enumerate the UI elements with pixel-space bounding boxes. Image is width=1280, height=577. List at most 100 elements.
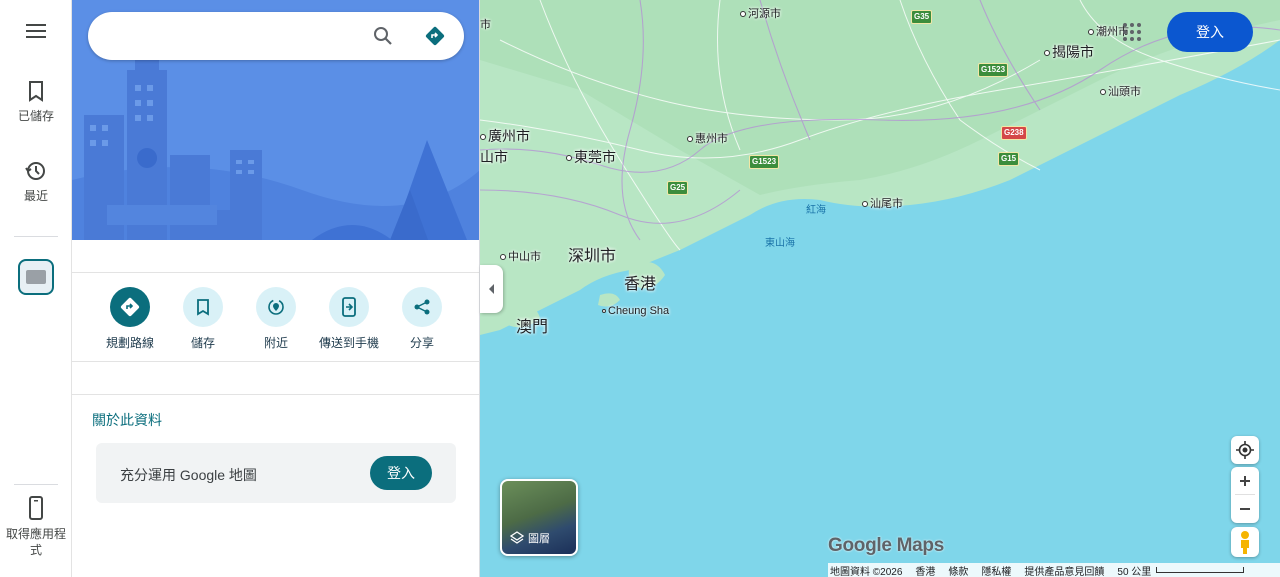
- map-data-credit: 地圖資料 ©2026: [830, 566, 903, 577]
- promo-signin-button[interactable]: 登入: [370, 456, 432, 490]
- huizhou-text: 惠州市: [695, 133, 728, 145]
- my-location-button[interactable]: [1231, 436, 1259, 464]
- map-label-guangzhou: 廣州市: [480, 126, 530, 146]
- map-label-shenzhen: 深圳市: [568, 248, 617, 265]
- highway-shield: G25: [667, 181, 689, 195]
- city-dot-icon: [1100, 89, 1106, 96]
- zoom-in-button[interactable]: [1231, 467, 1259, 495]
- jieyang-text: 揭陽市: [1052, 44, 1094, 60]
- minus-icon: [1240, 508, 1250, 510]
- hamburger-menu-icon: [26, 24, 46, 38]
- left-rail: 已儲存 最近 取得應用程式: [0, 0, 72, 577]
- nearby-icon: [268, 299, 284, 315]
- phone-icon: [29, 496, 43, 520]
- guangzhou-text: 廣州市: [488, 128, 530, 144]
- plus-icon: [1240, 476, 1250, 486]
- map-label-macau: 澳門: [516, 319, 549, 336]
- map-base-layer: [480, 0, 1280, 577]
- google-maps-logo: Google Maps: [828, 535, 944, 556]
- heyuan-text: 河源市: [748, 8, 781, 20]
- place-thumbnail-image: [26, 270, 46, 284]
- zoom-controls: [1231, 467, 1259, 523]
- layers-text: 圖層: [528, 533, 550, 545]
- map-label-dongshanhai: 東山海: [765, 238, 795, 249]
- share-icon: [414, 299, 430, 315]
- nearby-action-button[interactable]: 附近: [238, 287, 314, 351]
- share-action-circle: [402, 287, 442, 327]
- recent-place-thumbnail[interactable]: [18, 259, 54, 295]
- menu-button[interactable]: [0, 22, 72, 40]
- signin-button[interactable]: 登入: [1167, 12, 1253, 52]
- promo-text: 充分運用 Google 地圖: [120, 467, 257, 483]
- saved-label: 已儲存: [17, 109, 54, 123]
- search-box: [88, 12, 464, 60]
- city-dot-icon: [740, 11, 746, 18]
- directions-action-button[interactable]: 規劃路線: [92, 287, 168, 351]
- directions-action-label: 規劃路線: [105, 336, 154, 350]
- send-to-phone-action-label: 傳送到手機: [318, 336, 379, 350]
- divider: [72, 361, 479, 362]
- layers-button[interactable]: 圖層: [500, 479, 578, 556]
- nearby-action-circle: [256, 287, 296, 327]
- street-view-pegman-button[interactable]: [1231, 527, 1259, 557]
- map-label-partial-city: 市: [480, 19, 491, 31]
- send-to-phone-action-button[interactable]: 傳送到手機: [311, 287, 387, 351]
- search-input[interactable]: [106, 24, 356, 48]
- hero-illustration: [72, 0, 479, 240]
- bookmark-icon: [197, 299, 209, 316]
- shanwei-text: 汕尾市: [870, 198, 903, 210]
- recent-button[interactable]: 最近: [0, 160, 72, 204]
- map-label-foshan: 山市: [480, 149, 508, 165]
- terms-link[interactable]: 條款: [948, 563, 968, 577]
- feedback-link[interactable]: 提供產品意見回饋: [1024, 563, 1104, 577]
- map-label-shanwei: 汕尾市: [862, 195, 903, 211]
- privacy-link[interactable]: 隱私權: [981, 563, 1011, 577]
- highway-shield: G1523: [749, 155, 780, 169]
- rail-divider: [14, 484, 58, 485]
- save-action-button[interactable]: 儲存: [165, 287, 241, 351]
- scale-label[interactable]: 50 公里: [1117, 563, 1151, 577]
- nearby-action-label: 附近: [263, 336, 288, 350]
- directions-icon: [120, 297, 140, 317]
- signin-promo-card: 充分運用 Google 地圖 登入: [96, 443, 456, 503]
- map-label-honghai: 紅海: [806, 205, 826, 216]
- map-label-hongkong: 香港: [624, 276, 657, 293]
- map-label-cheungsha: Cheung Sha: [602, 305, 669, 317]
- city-dot-icon: [862, 201, 868, 208]
- zoom-out-button[interactable]: [1231, 495, 1259, 523]
- town-dot-icon: [602, 309, 606, 314]
- map-canvas[interactable]: 市 河源市 潮州市 揭陽市 汕頭市 廣州市 山市 東莞市 惠州市 汕尾市 紅海 …: [480, 0, 1280, 577]
- city-dot-icon: [480, 134, 486, 141]
- divider: [72, 394, 479, 395]
- city-dot-icon: [1044, 50, 1050, 57]
- share-action-label: 分享: [409, 336, 434, 350]
- region-link[interactable]: 香港: [915, 563, 935, 577]
- zhongshan-text: 中山市: [508, 251, 541, 263]
- get-app-button[interactable]: 取得應用程式: [0, 496, 72, 558]
- highway-shield: G238: [1001, 126, 1027, 140]
- collapse-panel-button[interactable]: [480, 265, 503, 313]
- pegman-icon: [1241, 531, 1249, 554]
- city-dot-icon: [687, 136, 693, 143]
- apps-grid-icon[interactable]: [1122, 22, 1142, 42]
- bookmark-icon: [29, 81, 43, 102]
- rail-divider: [14, 236, 58, 237]
- layers-icon: [510, 531, 524, 544]
- dongguan-text: 東莞市: [574, 149, 616, 165]
- map-label-shantou: 汕頭市: [1100, 83, 1141, 99]
- map-footer: 地圖資料 ©2026 香港 條款 隱私權 提供產品意見回饋 50 公里: [828, 563, 1280, 577]
- saved-button[interactable]: 已儲存: [0, 80, 72, 124]
- city-dot-icon: [566, 155, 572, 162]
- share-action-button[interactable]: 分享: [384, 287, 460, 351]
- get-app-label: 取得應用程式: [5, 527, 66, 557]
- highway-shield: G1523: [978, 63, 1009, 77]
- highway-shield: G15: [998, 152, 1020, 166]
- about-this-data-link[interactable]: 關於此資料: [92, 410, 162, 430]
- search-icon[interactable]: [372, 25, 394, 47]
- crosshair-icon: [1236, 441, 1254, 459]
- place-panel: 規劃路線 儲存 附近 傳送到手機 分享 關於此資料 充分運用 Google 地圖…: [72, 0, 480, 577]
- save-action-label: 儲存: [190, 336, 215, 350]
- send-to-phone-action-circle: [329, 287, 369, 327]
- city-dot-icon: [1088, 29, 1094, 36]
- directions-icon[interactable]: [424, 25, 446, 47]
